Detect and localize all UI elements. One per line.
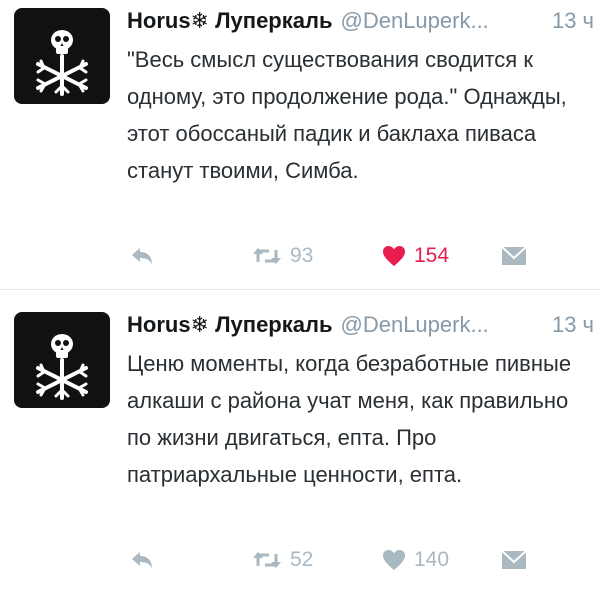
tweet-item[interactable]: Horus❄ Луперкаль @DenLuperk... 13 ч "Вес… bbox=[0, 0, 600, 290]
retweet-button[interactable]: 93 bbox=[252, 241, 313, 271]
retweet-count: 93 bbox=[290, 244, 314, 267]
direct-message-button[interactable] bbox=[501, 241, 527, 271]
user-handle[interactable]: @DenLuperk... bbox=[341, 8, 489, 34]
display-name[interactable]: Horus❄ Луперкаль bbox=[127, 8, 333, 34]
reply-button[interactable] bbox=[129, 241, 155, 271]
display-name[interactable]: Horus❄ Луперкаль bbox=[127, 312, 333, 338]
heart-icon bbox=[383, 246, 405, 266]
direct-message-button[interactable] bbox=[501, 545, 527, 575]
avatar[interactable] bbox=[14, 8, 110, 104]
tweet-text: Ценю моменты, когда безработные пивные а… bbox=[127, 351, 572, 487]
retweet-icon bbox=[253, 552, 281, 568]
reply-icon bbox=[132, 552, 152, 568]
like-button[interactable]: 140 bbox=[382, 545, 449, 575]
tweet-header: Horus❄ Луперкаль @DenLuperk... 13 ч bbox=[127, 312, 600, 342]
reply-icon bbox=[132, 248, 152, 264]
timestamp[interactable]: 13 ч bbox=[552, 312, 594, 338]
skull-snowflake-avatar-icon bbox=[36, 30, 88, 96]
tweet-header: Horus❄ Луперкаль @DenLuperk... 13 ч bbox=[127, 8, 600, 38]
like-count: 140 bbox=[414, 548, 450, 571]
tweet-actions: 52 140 bbox=[127, 545, 547, 575]
retweet-count: 52 bbox=[290, 548, 314, 571]
direct-message-icon bbox=[501, 246, 527, 265]
timestamp[interactable]: 13 ч bbox=[552, 8, 594, 34]
skull-snowflake-avatar-icon bbox=[36, 334, 88, 400]
avatar[interactable] bbox=[14, 312, 110, 408]
retweet-icon bbox=[253, 248, 281, 264]
retweet-button[interactable]: 52 bbox=[252, 545, 313, 575]
user-handle[interactable]: @DenLuperk... bbox=[341, 312, 489, 338]
tweet-text: "Весь смысл существования сводится к одн… bbox=[127, 47, 567, 183]
tweet-actions: 93 154 bbox=[127, 241, 547, 271]
like-button[interactable]: 154 bbox=[382, 241, 449, 271]
direct-message-icon bbox=[501, 550, 527, 569]
reply-button[interactable] bbox=[129, 545, 155, 575]
like-count: 154 bbox=[414, 244, 450, 267]
heart-icon bbox=[383, 550, 405, 570]
